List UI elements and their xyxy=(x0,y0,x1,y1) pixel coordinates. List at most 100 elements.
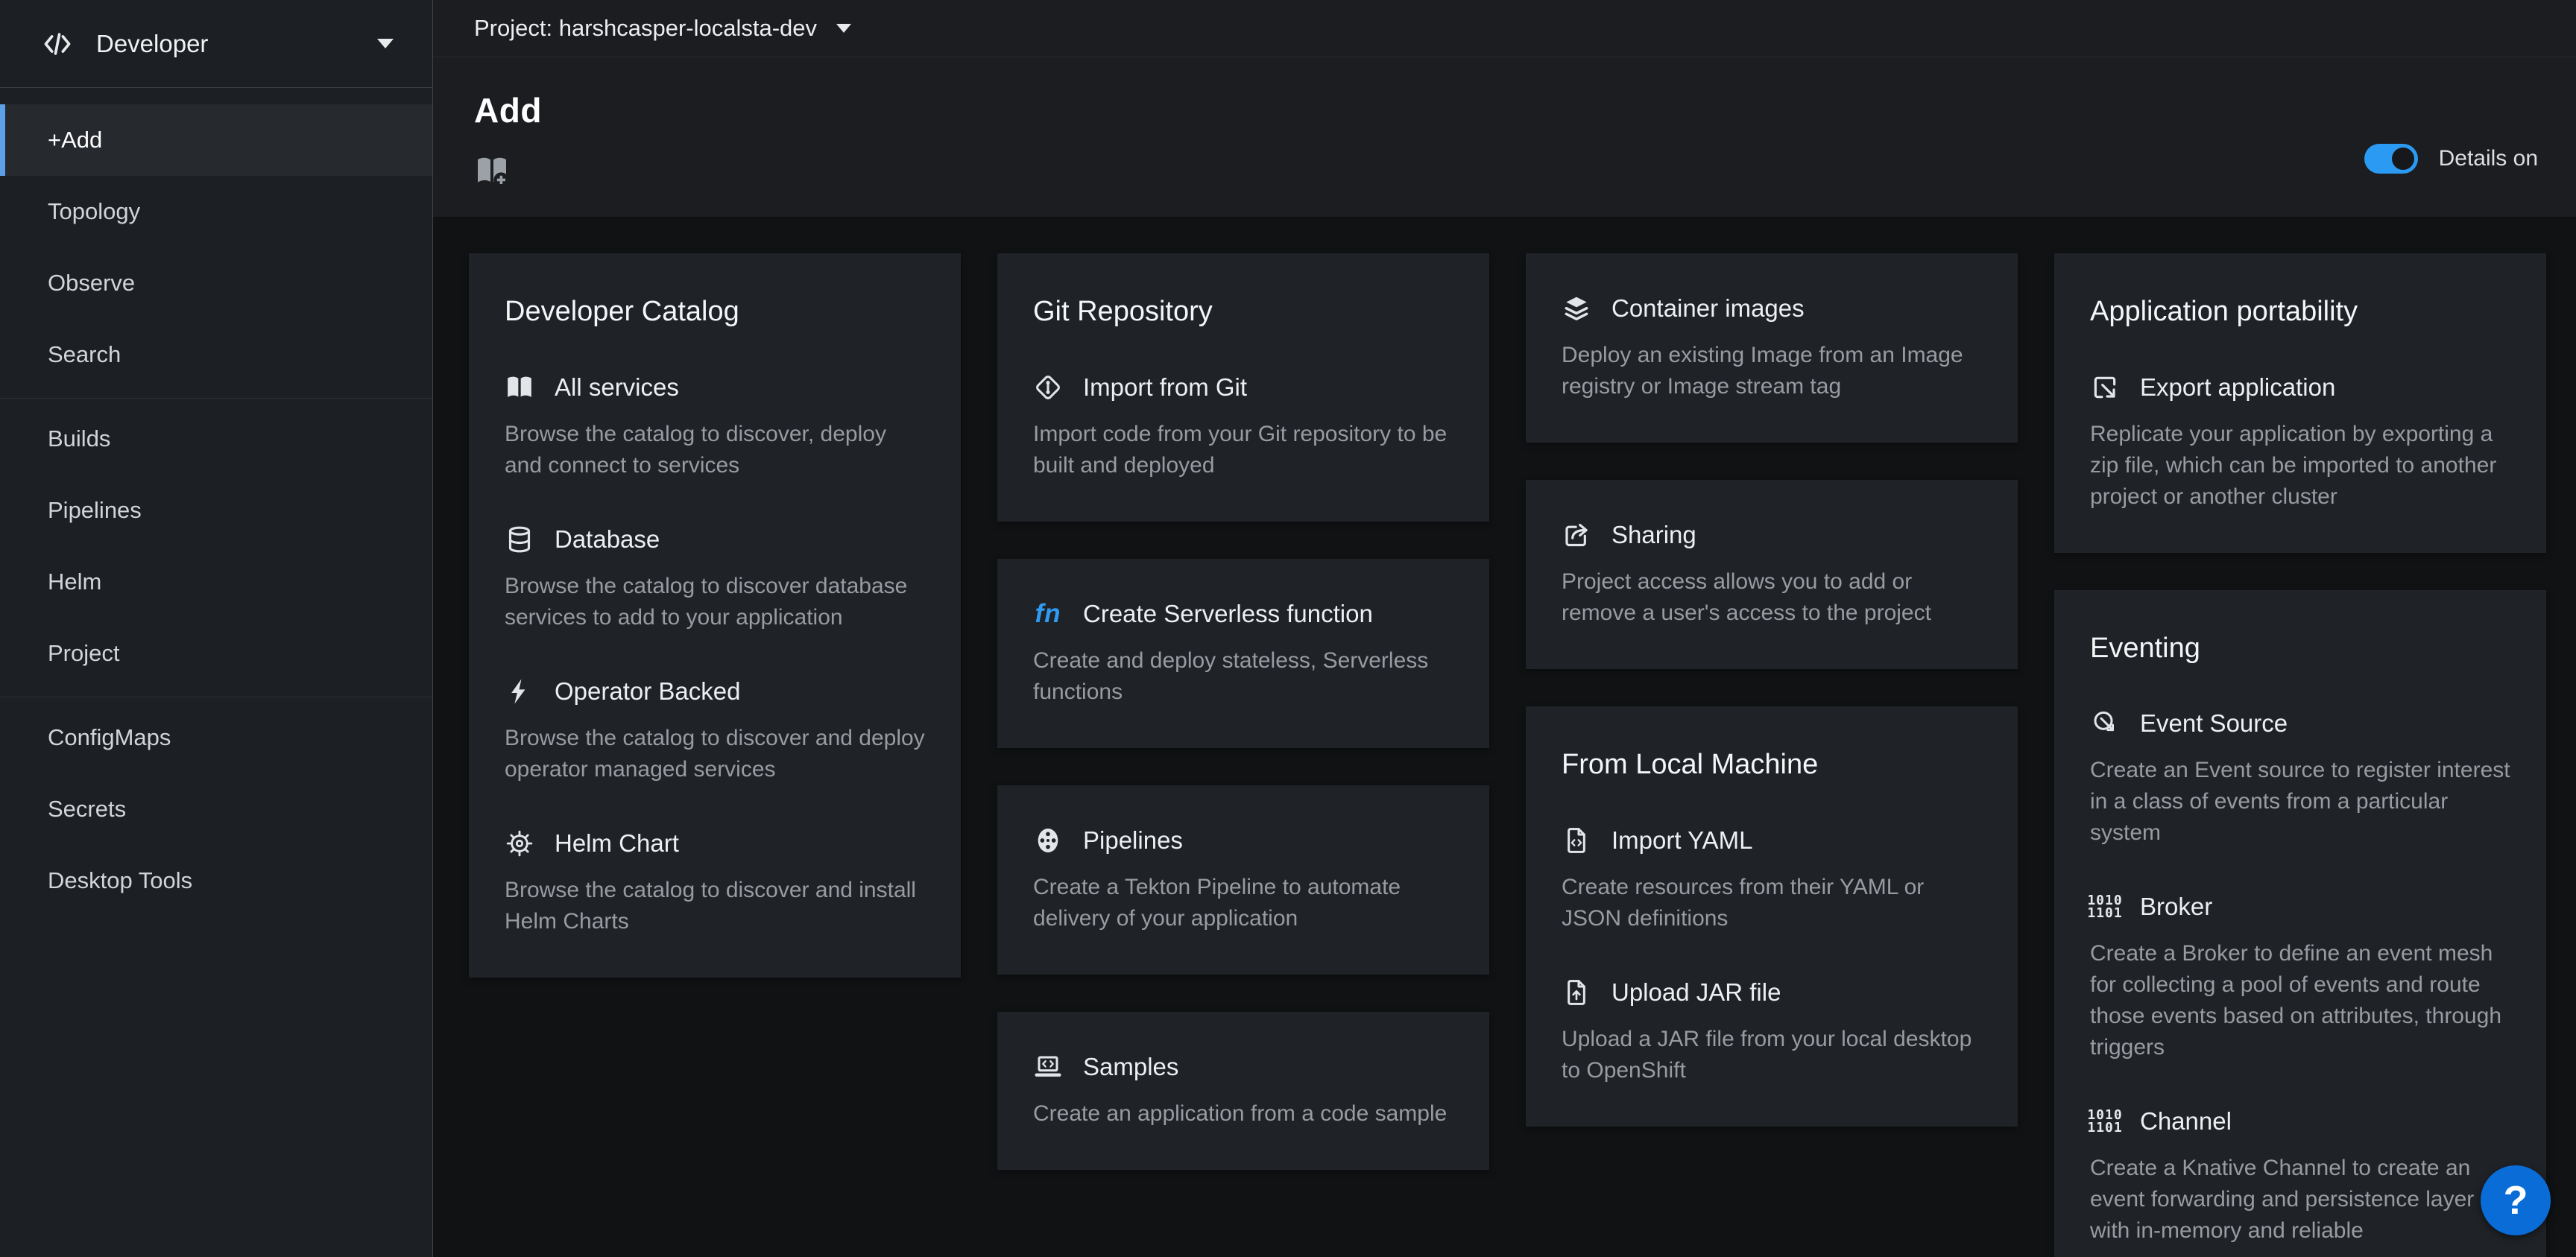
add-item-samples[interactable]: Samples Create an application from a code… xyxy=(1033,1052,1453,1130)
item-header: Helm Chart xyxy=(505,829,925,858)
card-column-1: Developer CatalogAll servicesBrowse the … xyxy=(469,253,961,1257)
item-header: 10101101Broker xyxy=(2090,892,2510,922)
sidebar-item-topology[interactable]: Topology xyxy=(0,176,432,247)
code-icon xyxy=(41,28,74,60)
share-icon xyxy=(1562,520,1591,550)
item-header: Pipelines xyxy=(1033,826,1453,855)
card-git-repository: Git RepositoryImport from GitImport code… xyxy=(997,253,1489,522)
sidebar-item-helm[interactable]: Helm xyxy=(0,546,432,618)
git-icon xyxy=(1033,373,1063,402)
tekton-icon xyxy=(1033,826,1063,855)
item-description: Create a Tekton Pipeline to automate del… xyxy=(1033,872,1453,934)
item-description: Browse the catalog to discover database … xyxy=(505,571,925,633)
sidebar-item-pipelines[interactable]: Pipelines xyxy=(0,475,432,546)
card-title: Application portability xyxy=(2090,295,2510,329)
add-item-sharing[interactable]: Sharing Project access allows you to add … xyxy=(1562,520,1982,629)
sidebar-item-configmaps[interactable]: ConfigMaps xyxy=(0,702,432,773)
item-label: Event Source xyxy=(2140,709,2288,738)
sidebar-item-desktop-tools[interactable]: Desktop Tools xyxy=(0,845,432,916)
card-title: Eventing xyxy=(2090,632,2510,666)
add-item-export-application[interactable]: Export application Replicate your applica… xyxy=(2090,373,2510,513)
sidebar-item-secrets[interactable]: Secrets xyxy=(0,773,432,845)
project-selector[interactable]: Project: harshcasper-localsta-dev xyxy=(474,15,851,42)
helm-icon xyxy=(505,829,534,858)
question-mark-icon: ? xyxy=(2504,1177,2528,1223)
item-label: Import from Git xyxy=(1083,373,1247,402)
item-header: 10101101Channel xyxy=(2090,1106,2510,1136)
card-developer-catalog: Developer CatalogAll servicesBrowse the … xyxy=(469,253,961,978)
sidebar-item-builds[interactable]: Builds xyxy=(0,403,432,475)
details-toggle-control: Details on xyxy=(2364,144,2538,174)
item-description: Create an Event source to register inter… xyxy=(2090,755,2510,849)
item-label: Container images xyxy=(1611,294,1805,323)
item-label: Helm Chart xyxy=(555,829,679,858)
sidebar-nav: +AddTopologyObserveSearch BuildsPipelines… xyxy=(0,88,432,924)
add-item-pipelines[interactable]: Pipelines Create a Tekton Pipeline to aut… xyxy=(1033,826,1453,934)
chevron-down-icon xyxy=(377,39,394,48)
item-description: Create a Broker to define an event mesh … xyxy=(2090,938,2510,1063)
item-header: Database xyxy=(505,525,925,554)
book-icon xyxy=(505,373,534,402)
page-header: Add Details on xyxy=(433,57,2576,218)
add-item-event-source[interactable]: Event Source Create an Event source to re… xyxy=(2090,709,2510,849)
file-code-icon xyxy=(1562,826,1591,855)
item-description: Project access allows you to add or remo… xyxy=(1562,566,1982,629)
sidebar: Developer +AddTopologyObserveSearch Build… xyxy=(0,0,433,1257)
perspective-switcher[interactable]: Developer xyxy=(0,0,432,88)
add-item-all-services[interactable]: All servicesBrowse the catalog to discov… xyxy=(505,373,925,481)
item-description: Create an application from a code sample xyxy=(1033,1098,1453,1130)
sidebar-item-add[interactable]: +Add xyxy=(0,104,432,176)
sidebar-nav-group: ConfigMapsSecretsDesktop Tools xyxy=(0,697,432,924)
page-title: Add xyxy=(474,90,2539,130)
item-header: Operator Backed xyxy=(505,677,925,706)
samples-icon xyxy=(1033,1052,1063,1082)
fn-icon: fn xyxy=(1033,599,1063,629)
add-item-container-images[interactable]: Container images Deploy an existing Image… xyxy=(1562,294,1982,402)
layers-icon xyxy=(1562,294,1591,323)
bolt-icon xyxy=(505,677,534,706)
sidebar-item-observe[interactable]: Observe xyxy=(0,247,432,319)
add-item-helm-chart[interactable]: Helm Chart Browse the catalog to discover… xyxy=(505,829,925,937)
toggle-knob xyxy=(2392,148,2414,170)
binary-icon: 10101101 xyxy=(2090,1106,2120,1136)
add-item-operator-backed[interactable]: Operator Backed Browse the catalog to dis… xyxy=(505,677,925,785)
item-header: Export application xyxy=(2090,373,2510,402)
item-description: Upload a JAR file from your local deskto… xyxy=(1562,1024,1982,1086)
item-description: Deploy an existing Image from an Image r… xyxy=(1562,340,1982,402)
item-description: Browse the catalog to discover and deplo… xyxy=(505,723,925,785)
sidebar-item-search[interactable]: Search xyxy=(0,319,432,390)
card-container-images: Container images Deploy an existing Image… xyxy=(1526,253,2018,443)
card-eventing: Eventing Event Source Create an Event sour… xyxy=(2054,590,2546,1257)
add-item-create-serverless-function[interactable]: fnCreate Serverless function Create and d… xyxy=(1033,599,1453,708)
item-label: Import YAML xyxy=(1611,826,1753,855)
project-selector-label: Project: harshcasper-localsta-dev xyxy=(474,15,817,42)
binary-icon: 10101101 xyxy=(2090,892,2120,922)
item-header: All services xyxy=(505,373,925,402)
export-icon xyxy=(2090,373,2120,402)
add-item-broker[interactable]: 10101101Broker Create a Broker to define … xyxy=(2090,892,2510,1063)
add-item-channel[interactable]: 10101101ChannelCreate a Knative Channel … xyxy=(2090,1106,2510,1247)
item-header: Upload JAR file xyxy=(1562,978,1982,1007)
item-description: Browse the catalog to discover and insta… xyxy=(505,875,925,937)
add-item-import-yaml[interactable]: Import YAMLCreate resources from their Y… xyxy=(1562,826,1982,934)
item-description: Create and deploy stateless, Serverless … xyxy=(1033,645,1453,708)
card-title: From Local Machine xyxy=(1562,748,1982,782)
add-item-database[interactable]: Database Browse the catalog to discover d… xyxy=(505,525,925,633)
add-item-upload-jar-file[interactable]: Upload JAR file Upload a JAR file from yo… xyxy=(1562,978,1982,1086)
item-description: Replicate your application by exporting … xyxy=(2090,419,2510,513)
database-icon xyxy=(505,525,534,554)
details-toggle[interactable] xyxy=(2364,144,2418,174)
add-item-import-from-git[interactable]: Import from GitImport code from your Git… xyxy=(1033,373,1453,481)
sidebar-item-project[interactable]: Project xyxy=(0,618,432,689)
card-column-2: Git RepositoryImport from GitImport code… xyxy=(997,253,1489,1257)
card-application-portability: Application portability Export applicatio… xyxy=(2054,253,2546,553)
item-header: Samples xyxy=(1033,1052,1453,1082)
help-button[interactable]: ? xyxy=(2481,1165,2551,1235)
item-header: fnCreate Serverless function xyxy=(1033,599,1453,629)
item-label: Sharing xyxy=(1611,521,1696,549)
event-source-icon xyxy=(2090,709,2120,738)
file-upload-icon xyxy=(1562,978,1591,1007)
masthead: Project: harshcasper-localsta-dev xyxy=(433,0,2576,57)
book-plus-icon[interactable] xyxy=(474,153,510,189)
item-header: Event Source xyxy=(2090,709,2510,738)
